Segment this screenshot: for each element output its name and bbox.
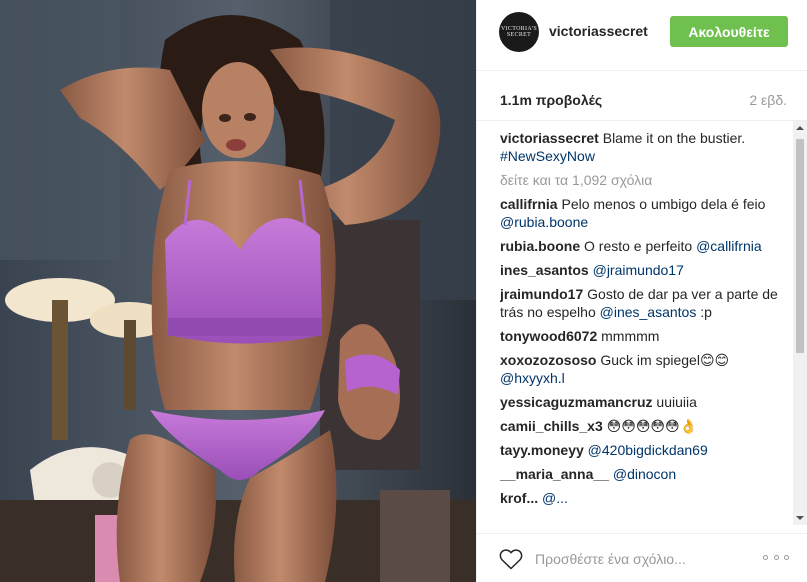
comment-text: Guck im spiegel😊😊 (596, 352, 730, 368)
avatar-logo: VICTORIA'S SECRET (501, 26, 537, 38)
comment-text: uuiuiia (652, 394, 697, 410)
comment: xoxozozososo Guck im spiegel😊😊 @hxyyxh.l (500, 351, 788, 387)
avatar-logo-line-2: SECRET (506, 32, 532, 38)
load-more-comments[interactable]: δείτε και τα 1,092 σχόλια (500, 171, 788, 189)
comments-list: victoriassecret Blame it on the bustier.… (500, 129, 788, 525)
comment-text-after: :p (696, 304, 712, 320)
comment-mention[interactable]: @rubia.boone (500, 214, 588, 230)
instagram-post-viewer: VICTORIA'S SECRET victoriassecret Ακολου… (0, 0, 807, 582)
scroll-down-arrow-icon[interactable] (793, 511, 807, 525)
comment-mention[interactable]: @hxyyxh.l (500, 370, 565, 386)
comment-text: O resto e perfeito (580, 238, 697, 254)
more-options-icon[interactable] (763, 550, 789, 564)
comment-username[interactable]: krof... (500, 490, 538, 506)
comment-mention[interactable]: @... (542, 490, 568, 506)
following-button[interactable]: Ακολουθείτε (670, 16, 788, 47)
comment: tayy.moneyy @420bigdickdan69 (500, 441, 788, 459)
comment-mention[interactable]: @callifrnia (696, 238, 762, 254)
dot-icon (773, 554, 779, 560)
caption: victoriassecret Blame it on the bustier.… (500, 129, 788, 165)
scroll-up-arrow-icon[interactable] (793, 121, 807, 135)
comment-username[interactable]: ines_asantos (500, 262, 589, 278)
comment-username[interactable]: tayy.moneyy (500, 442, 584, 458)
caption-username[interactable]: victoriassecret (500, 130, 599, 146)
comment-username[interactable]: callifrnia (500, 196, 558, 212)
post-stats: 1.1m προβολές 2 εβδ. (477, 71, 807, 121)
post-footer (477, 533, 807, 582)
dot-icon (763, 554, 768, 560)
comment-input[interactable] (535, 548, 745, 570)
comment-username[interactable]: tonywood6072 (500, 328, 597, 344)
dot-icon (784, 554, 789, 560)
comment-username[interactable]: camii_chills_x3 (500, 418, 603, 434)
comment: krof... @... (500, 489, 788, 507)
comment-username[interactable]: yessicaguzmamancruz (500, 394, 653, 410)
avatar[interactable]: VICTORIA'S SECRET (499, 12, 539, 52)
post-photo-illustration (0, 0, 476, 582)
comment-mention[interactable]: @420bigdickdan69 (588, 442, 708, 458)
comment-text: mmmmm (597, 328, 660, 344)
caption-text: Blame it on the bustier. (598, 130, 746, 146)
comment: __maria_anna__ @dinocon (500, 465, 788, 483)
comment-mention[interactable]: @ines_asantos (600, 304, 697, 320)
comment: yessicaguzmamancruz uuiuiia (500, 393, 788, 411)
comment-username[interactable]: jraimundo17 (500, 286, 583, 302)
comment-username[interactable]: xoxozozososo (500, 352, 596, 368)
comment-username[interactable]: __maria_anna__ (500, 466, 609, 482)
comment-text: 😳😳😳😳😳👌 (602, 418, 698, 434)
comment: jraimundo17 Gosto de dar pa ver a parte … (500, 285, 788, 321)
caption-hashtag[interactable]: #NewSexyNow (500, 148, 595, 164)
comment: camii_chills_x3 😳😳😳😳😳👌 (500, 417, 788, 435)
comment: callifrnia Pelo menos o umbigo dela é fe… (500, 195, 788, 231)
comment-text: Pelo menos o umbigo dela é feio (557, 196, 766, 212)
comments-scrollbar[interactable] (793, 121, 807, 525)
post-photo[interactable] (0, 0, 476, 582)
post-header: VICTORIA'S SECRET victoriassecret Ακολου… (477, 0, 807, 71)
scrollbar-thumb[interactable] (796, 139, 804, 353)
post-age[interactable]: 2 εβδ. (749, 92, 787, 108)
comment: tonywood6072 mmmmm (500, 327, 788, 345)
post-side-panel: VICTORIA'S SECRET victoriassecret Ακολου… (476, 0, 807, 582)
comment: ines_asantos @jraimundo17 (500, 261, 788, 279)
heart-icon[interactable] (499, 548, 523, 570)
username-link[interactable]: victoriassecret (549, 23, 648, 39)
view-count: 1.1m προβολές (500, 92, 603, 108)
comment-mention[interactable]: @dinocon (613, 466, 676, 482)
comment-username[interactable]: rubia.boone (500, 238, 580, 254)
comment-mention[interactable]: @jraimundo17 (593, 262, 684, 278)
comment: rubia.boone O resto e perfeito @callifrn… (500, 237, 788, 255)
